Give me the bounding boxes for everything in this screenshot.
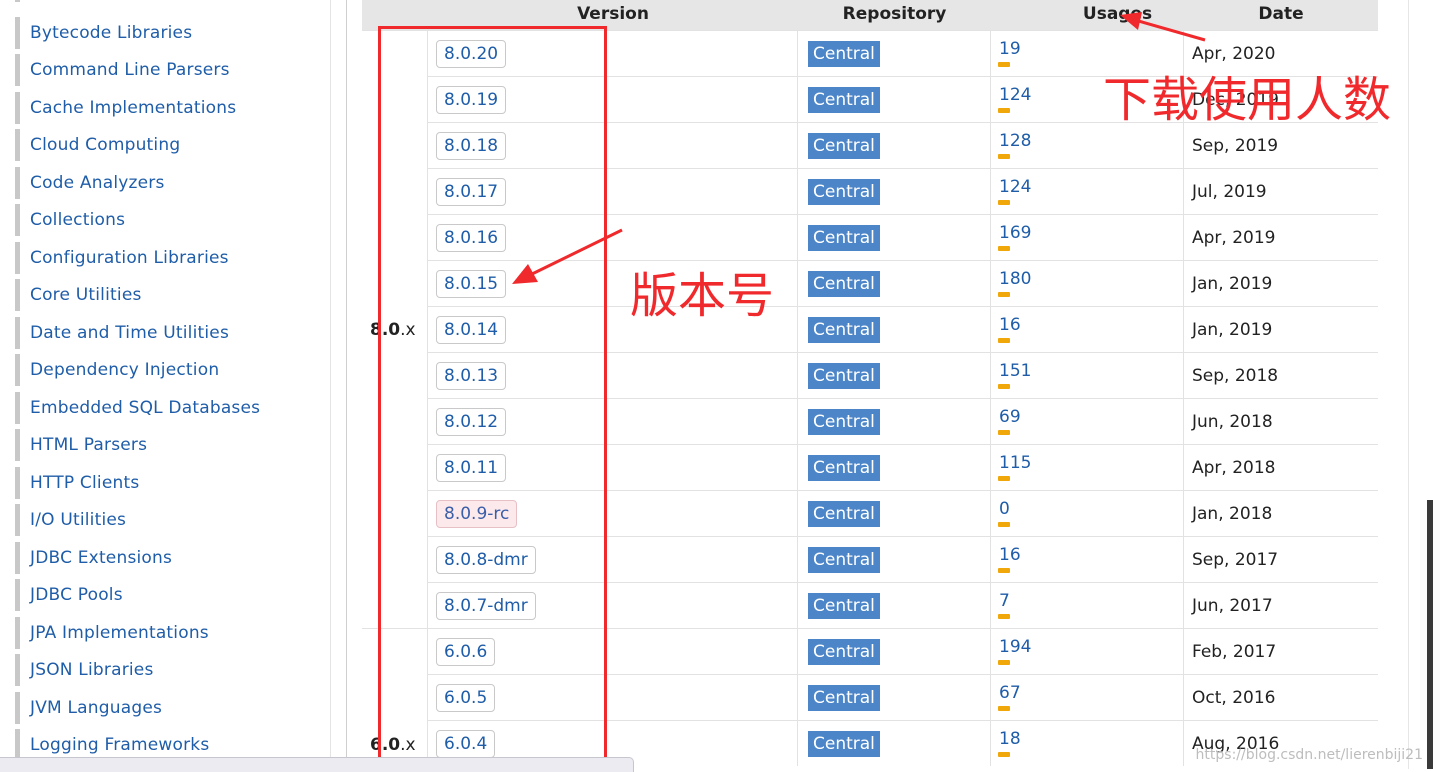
arrow-to-version — [512, 228, 623, 284]
usage-annotation: 下载使用人数 — [1103, 72, 1392, 128]
scrollbar-thumb[interactable] — [1427, 500, 1433, 769]
status-url-bar — [0, 757, 634, 772]
watermark: https://blog.csdn.net/lierenbiji21 — [1195, 747, 1423, 763]
arrow-to-usages — [1120, 12, 1206, 42]
version-annotation: 版本号 — [630, 268, 775, 324]
